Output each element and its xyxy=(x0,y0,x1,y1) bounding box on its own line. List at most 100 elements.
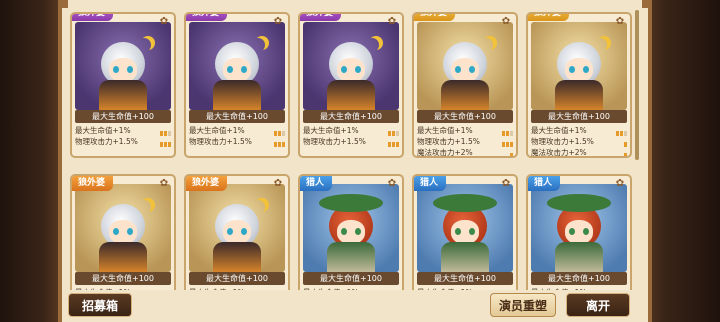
paw-icon: ✿ xyxy=(159,16,169,27)
character-card[interactable]: 狼外婆 ✿ 最大生命值+100 最大生命值+1% 物理攻击力+1.5% xyxy=(70,12,176,158)
sub-stat-level xyxy=(159,128,171,136)
main-stat: 最大生命值+100 xyxy=(303,272,399,285)
character-card[interactable]: 猎人 ✿ 最大生命值+100 最大生命值+1% xyxy=(526,174,632,290)
character-portrait xyxy=(75,184,171,272)
character-portrait xyxy=(189,184,285,272)
character-portrait xyxy=(531,22,627,110)
character-body xyxy=(99,80,147,110)
sub-stat-level xyxy=(273,139,285,147)
character-card[interactable]: 狼外婆 ✿ 最大生命值+100 最大生命值+1% xyxy=(184,174,290,290)
moon-ornament xyxy=(479,38,493,52)
sub-stat-line: 魔法攻击力+2% xyxy=(531,147,627,157)
character-card[interactable]: 狼外婆 ✿ 最大生命值+100 最大生命值+1% xyxy=(70,174,176,290)
main-stat: 最大生命值+100 xyxy=(417,110,513,123)
sub-stat-label: 物理攻击力+1.5% xyxy=(417,137,480,146)
sub-stat-line: 物理攻击力+1.5% xyxy=(75,136,171,147)
character-card[interactable]: 狼外婆 ✿ 最大生命值+100 最大生命值+1% 物理攻击力+1.5% xyxy=(298,12,404,158)
panel-corner-right xyxy=(642,0,652,8)
character-eye xyxy=(355,228,361,235)
sub-stat-label: 最大生命值+1% xyxy=(75,126,131,135)
sub-stat-line: 最大生命值+1% xyxy=(417,125,513,136)
role-tag: 狼外婆 xyxy=(528,14,570,21)
character-portrait xyxy=(189,22,285,110)
character-eye xyxy=(241,228,247,235)
level-pip xyxy=(168,142,171,147)
character-eye xyxy=(113,66,119,73)
character-body xyxy=(327,242,375,272)
sub-stat-level xyxy=(159,139,171,147)
sub-stat-line: 物理攻击力+1.5% xyxy=(189,136,285,147)
sub-stat-label: 最大生命值+1% xyxy=(531,287,587,290)
role-tag: 狼外婆 xyxy=(186,14,228,21)
recruit-box-button[interactable]: 招募箱 xyxy=(68,293,132,317)
moon-ornament xyxy=(593,38,607,52)
level-pip xyxy=(392,142,395,147)
paw-icon: ✿ xyxy=(615,178,625,189)
sub-stat-label: 最大生命值+1% xyxy=(417,126,473,135)
scrollbar-thumb[interactable] xyxy=(635,10,639,160)
level-pip xyxy=(510,153,513,156)
character-eye xyxy=(355,66,361,73)
character-body xyxy=(213,242,261,272)
leave-button[interactable]: 离开 xyxy=(566,293,630,317)
background-left xyxy=(0,0,62,322)
character-body xyxy=(555,242,603,272)
sub-stat-line: 最大生命值+1% xyxy=(303,125,399,136)
panel-corner-left xyxy=(58,0,68,8)
character-portrait xyxy=(531,184,627,272)
sub-stat-label: 物理攻击力+1.5% xyxy=(75,137,138,146)
sub-stat-label: 最大生命值+1% xyxy=(189,287,245,290)
character-portrait xyxy=(303,184,399,272)
character-portrait xyxy=(75,22,171,110)
character-body xyxy=(555,80,603,110)
paw-icon: ✿ xyxy=(273,178,283,189)
role-tag: 狼外婆 xyxy=(72,14,114,21)
character-eye xyxy=(113,228,119,235)
hunter-hat xyxy=(547,194,611,212)
main-stat: 最大生命值+100 xyxy=(531,272,627,285)
sub-stat-label: 最大生命值+1% xyxy=(75,287,131,290)
role-tag: 狼外婆 xyxy=(186,176,228,191)
background-right xyxy=(640,0,720,322)
character-card[interactable]: 狼外婆 ✿ 最大生命值+100 最大生命值+1% 物理攻击力+1.5% xyxy=(184,12,290,158)
paw-icon: ✿ xyxy=(159,178,169,189)
actor-reshape-button[interactable]: 演员重塑 xyxy=(490,293,556,317)
main-stat: 最大生命值+100 xyxy=(75,110,171,123)
character-card[interactable]: 狼外婆 ✿ 最大生命值+100 最大生命值+1% 物理攻击力+1.5% 魔法攻击力+2% xyxy=(526,12,632,158)
paw-icon: ✿ xyxy=(273,16,283,27)
paw-icon: ✿ xyxy=(387,16,397,27)
sub-stat-line: 物理攻击力+1.5% xyxy=(531,136,627,147)
role-tag: 猎人 xyxy=(414,176,447,191)
sub-stat-line: 最大生命值+1% xyxy=(75,125,171,136)
sub-stat-level xyxy=(387,128,399,136)
level-pip xyxy=(160,142,163,147)
role-tag: 狼外婆 xyxy=(300,14,342,21)
character-eye xyxy=(127,228,133,235)
moon-ornament xyxy=(365,38,379,52)
moon-ornament xyxy=(137,200,151,214)
card-grid[interactable]: 狼外婆 ✿ 最大生命值+100 最大生命值+1% 物理攻击力+1.5% 狼外婆 ✿ 最大生命值… xyxy=(70,0,632,290)
character-eye xyxy=(455,66,461,73)
sub-stat-line: 最大生命值+1% xyxy=(75,287,171,290)
sub-stat-label: 最大生命值+1% xyxy=(189,126,245,135)
character-portrait xyxy=(417,22,513,110)
paw-icon: ✿ xyxy=(501,16,511,27)
sub-stat-label: 最大生命值+1% xyxy=(417,287,473,290)
paw-icon: ✿ xyxy=(387,178,397,189)
moon-ornament xyxy=(137,38,151,52)
sub-stat-line: 魔法攻击力+2% xyxy=(417,147,513,156)
character-eye xyxy=(455,228,461,235)
character-eye xyxy=(241,66,247,73)
character-card[interactable]: 狼外婆 ✿ 最大生命值+100 最大生命值+1% 物理攻击力+1.5% 魔法攻击力+2% xyxy=(412,12,518,158)
level-pip xyxy=(164,142,167,147)
character-card[interactable]: 猎人 ✿ 最大生命值+100 最大生命值+1% xyxy=(298,174,404,290)
sub-stat-label: 魔法攻击力+2% xyxy=(531,148,587,157)
sub-stat-line: 最大生命值+1% xyxy=(417,287,513,290)
main-stat: 最大生命值+100 xyxy=(189,272,285,285)
sub-stat-level xyxy=(273,128,285,136)
main-stat: 最大生命值+100 xyxy=(75,272,171,285)
sub-stat-level xyxy=(501,128,513,136)
role-tag: 狼外婆 xyxy=(414,14,456,21)
sub-stat-line: 最大生命值+1% xyxy=(303,287,399,290)
character-card[interactable]: 猎人 ✿ 最大生命值+100 最大生命值+1% xyxy=(412,174,518,290)
